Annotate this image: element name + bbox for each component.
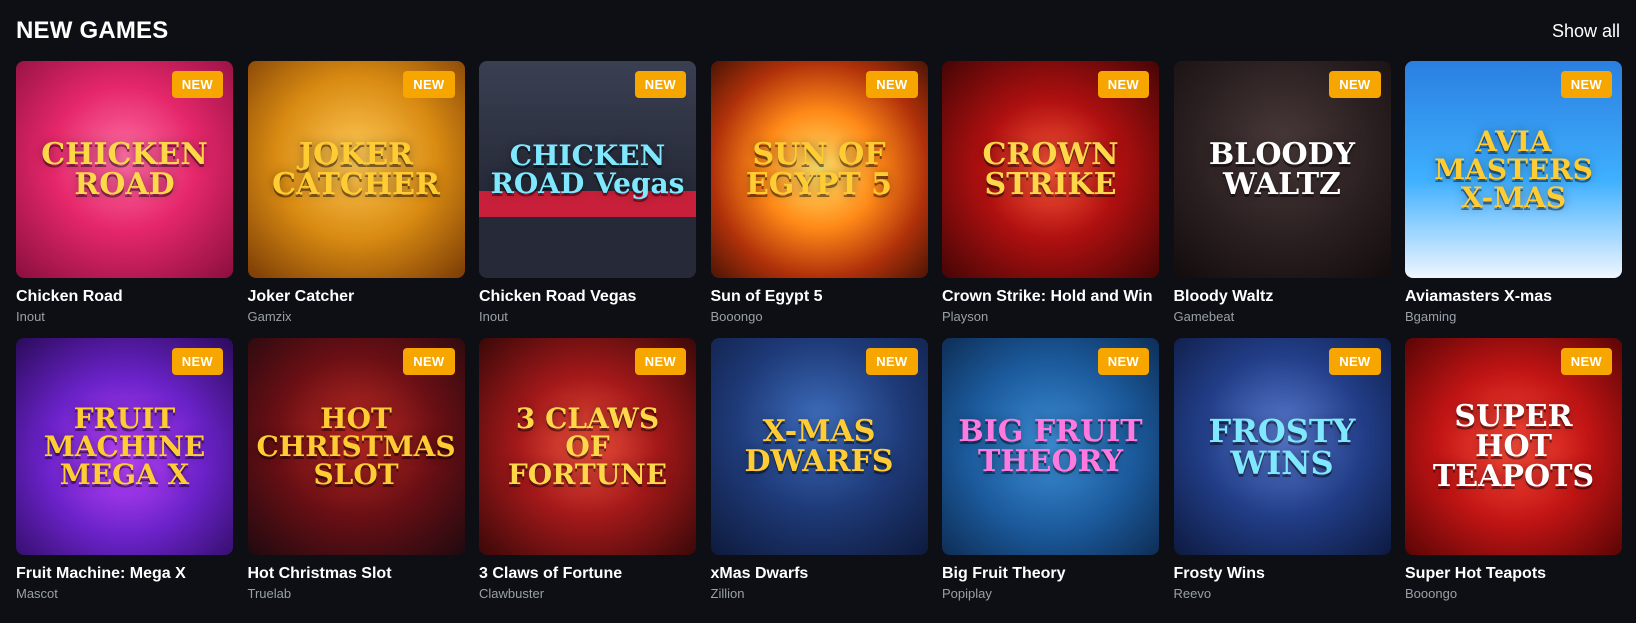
game-thumbnail[interactable]: X-MAS DWARFS NEW [710,338,928,555]
game-thumbnail[interactable]: CROWN STRIKE NEW [942,61,1159,278]
game-thumbnail[interactable]: 3 CLAWS OF FORTUNE NEW [479,338,696,555]
game-provider: Playson [942,309,989,324]
new-badge: NEW [634,71,686,98]
game-provider: Inout [16,309,45,324]
new-badge: NEW [1329,348,1381,375]
game-art-logo: FRUIT MACHINE MEGA X [43,401,206,491]
game-thumbnail[interactable]: JOKER CATCHER NEW [247,61,465,278]
new-badge: NEW [866,348,918,375]
game-provider: Popiplay [942,586,992,601]
game-thumbnail[interactable]: FROSTY WINS NEW [1173,338,1391,555]
game-provider: Bgaming [1405,309,1457,324]
game-provider: Gamzix [247,309,292,324]
game-card-big-fruit-theory[interactable]: BIG FRUIT THEORY NEW Big Fruit Theory Po… [942,338,1159,615]
show-all-link[interactable]: Show all [1552,21,1620,42]
game-card-chicken-road-vegas[interactable]: CHICKEN ROAD Vegas NEW Chicken Road Vega… [479,61,696,338]
game-card-joker-catcher[interactable]: JOKER CATCHER NEW Joker Catcher Gamzix [247,61,465,338]
game-art-logo: SUPER HOT TEAPOTS [1432,398,1595,494]
game-thumbnail[interactable]: SUPER HOT TEAPOTS NEW [1405,338,1622,555]
game-thumbnail[interactable]: CHICKEN ROAD Vegas NEW [479,61,696,278]
game-provider: Booongo [710,309,763,324]
game-art-logo: BIG FRUIT THEORY [958,413,1143,479]
game-card-chicken-road[interactable]: CHICKEN ROAD NEW Chicken Road Inout [16,61,233,338]
new-badge: NEW [403,348,455,375]
game-art-logo: JOKER CATCHER [272,136,440,202]
game-card-super-hot-teapots[interactable]: SUPER HOT TEAPOTS NEW Super Hot Teapots … [1405,338,1622,615]
game-name[interactable]: Frosty Wins [1174,565,1391,583]
game-provider: Inout [479,309,508,324]
game-card-crown-strike[interactable]: CROWN STRIKE NEW Crown Strike: Hold and … [942,61,1159,338]
games-grid: CHICKEN ROAD NEW Chicken Road Inout JOKE… [16,61,1622,615]
game-art-logo: AVIA MASTERS X-MAS [1434,124,1593,214]
game-name[interactable]: Fruit Machine: Mega X [16,565,233,583]
game-art-logo: SUN OF EGYPT 5 [745,136,893,202]
game-name[interactable]: 3 Claws of Fortune [479,565,696,583]
new-badge: NEW [1097,71,1149,98]
game-card-sun-of-egypt-5[interactable]: SUN OF EGYPT 5 NEW Sun of Egypt 5 Booong… [710,61,928,338]
new-badge: NEW [866,71,918,98]
game-provider: Reevo [1173,586,1212,601]
game-provider: Truelab [247,586,292,601]
section-header: NEW GAMES Show all [16,14,1620,48]
game-name[interactable]: Bloody Waltz [1174,288,1391,306]
game-name[interactable]: Sun of Egypt 5 [711,288,928,306]
section-title: NEW GAMES [16,17,169,44]
game-art-logo: CROWN STRIKE [982,136,1119,202]
new-badge: NEW [1560,348,1612,375]
game-card-3-claws-of-fortune[interactable]: 3 CLAWS OF FORTUNE NEW 3 Claws of Fortun… [479,338,696,615]
game-thumbnail[interactable]: FRUIT MACHINE MEGA X NEW [16,338,233,555]
game-provider: Clawbuster [479,586,545,601]
game-art-logo: X-MAS DWARFS [744,413,894,479]
game-card-fruit-machine-mega-x[interactable]: FRUIT MACHINE MEGA X NEW Fruit Machine: … [16,338,233,615]
game-art-logo: 3 CLAWS OF FORTUNE [507,401,668,491]
game-provider: Booongo [1405,586,1458,601]
game-name[interactable]: Super Hot Teapots [1405,565,1622,583]
game-name[interactable]: Big Fruit Theory [942,565,1159,583]
game-art-logo: HOT CHRISTMAS SLOT [256,401,456,491]
game-name[interactable]: Crown Strike: Hold and Win [942,288,1159,306]
game-provider: Mascot [16,586,58,601]
game-card-xmas-dwarfs[interactable]: X-MAS DWARFS NEW xMas Dwarfs Zillion [710,338,928,615]
game-art-logo: CHICKEN ROAD [41,136,208,202]
game-provider: Zillion [710,586,745,601]
game-art-logo: BLOODY WALTZ [1208,136,1356,202]
game-art-logo: FROSTY WINS [1208,411,1356,482]
game-card-aviamasters-xmas[interactable]: AVIA MASTERS X-MAS NEW Aviamasters X-mas… [1405,61,1622,338]
new-badge: NEW [171,71,223,98]
new-badge: NEW [1329,71,1381,98]
game-name[interactable]: Joker Catcher [248,288,465,306]
game-provider: Gamebeat [1173,309,1235,324]
game-thumbnail[interactable]: BIG FRUIT THEORY NEW [942,338,1159,555]
game-thumbnail[interactable]: BLOODY WALTZ NEW [1173,61,1391,278]
game-card-frosty-wins[interactable]: FROSTY WINS NEW Frosty Wins Reevo [1173,338,1391,615]
new-badge: NEW [1560,71,1612,98]
new-badge: NEW [634,348,686,375]
game-thumbnail[interactable]: HOT CHRISTMAS SLOT NEW [247,338,465,555]
game-card-bloody-waltz[interactable]: BLOODY WALTZ NEW Bloody Waltz Gamebeat [1173,61,1391,338]
game-thumbnail[interactable]: AVIA MASTERS X-MAS NEW [1405,61,1622,278]
game-thumbnail[interactable]: SUN OF EGYPT 5 NEW [710,61,928,278]
game-name[interactable]: Hot Christmas Slot [248,565,465,583]
new-badge: NEW [171,348,223,375]
new-badge: NEW [403,71,455,98]
game-thumbnail[interactable]: CHICKEN ROAD NEW [16,61,233,278]
game-name[interactable]: Chicken Road Vegas [479,288,696,306]
new-badge: NEW [1097,348,1149,375]
game-name[interactable]: Chicken Road [16,288,233,306]
game-name[interactable]: xMas Dwarfs [711,565,928,583]
game-card-hot-christmas-slot[interactable]: HOT CHRISTMAS SLOT NEW Hot Christmas Slo… [247,338,465,615]
game-art-logo: CHICKEN ROAD Vegas [490,138,685,200]
game-name[interactable]: Aviamasters X-mas [1405,288,1622,306]
